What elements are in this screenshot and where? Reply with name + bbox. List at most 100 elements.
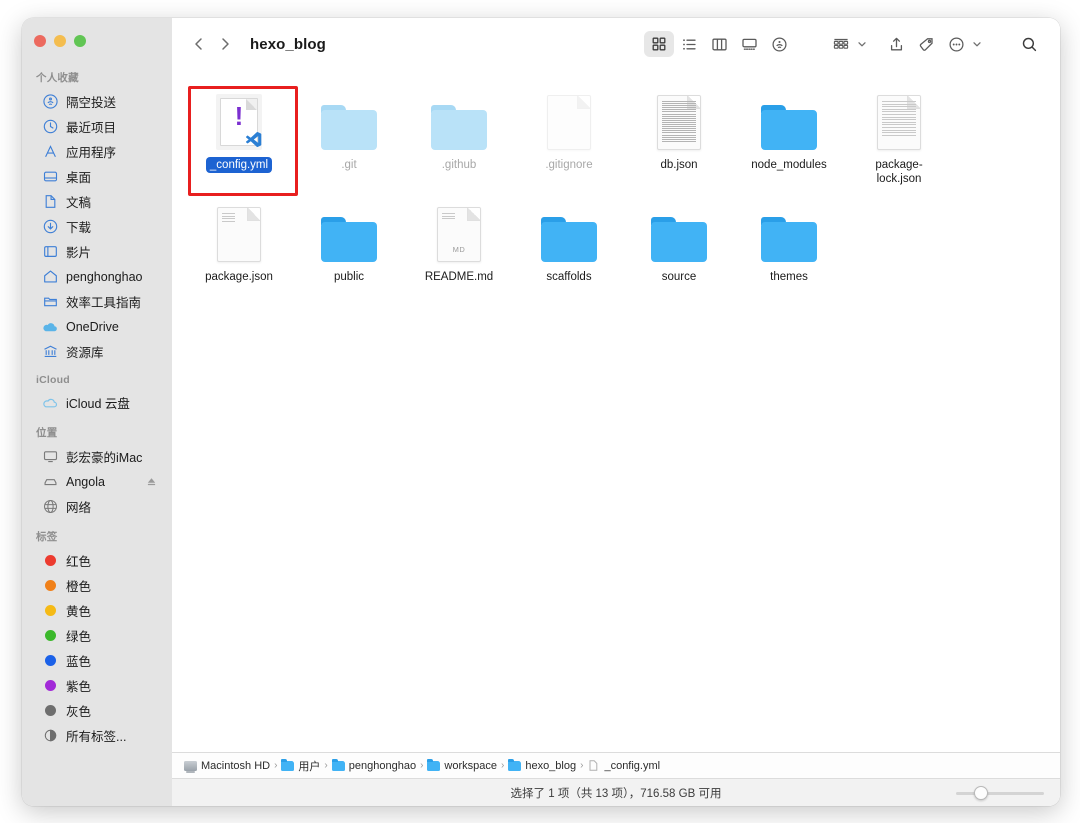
tag-dot-icon bbox=[42, 678, 58, 694]
sidebar-item-label: OneDrive bbox=[66, 319, 119, 334]
sidebar-item-airdrop[interactable]: 隔空投送 bbox=[29, 89, 165, 114]
file-item[interactable]: node_modules bbox=[734, 82, 844, 194]
back-button[interactable] bbox=[186, 31, 212, 57]
tag-dot-icon bbox=[42, 603, 58, 619]
tag-dot-icon bbox=[42, 553, 58, 569]
group-by-icon[interactable] bbox=[826, 31, 856, 57]
sidebar-item-home[interactable]: penghonghao bbox=[29, 264, 165, 289]
breadcrumb-item-config-yml[interactable]: _config.yml bbox=[587, 759, 660, 772]
sidebar-item-label: 橙色 bbox=[66, 580, 92, 594]
breadcrumb-item-users[interactable]: 用户 bbox=[281, 758, 320, 774]
file-item[interactable]: .gitignore bbox=[514, 82, 624, 194]
file-item[interactable]: package-lock.json bbox=[844, 82, 954, 194]
sidebar-item-label: 蓝色 bbox=[66, 655, 92, 669]
breadcrumb-label: 用户 bbox=[298, 760, 321, 773]
status-text: 选择了 1 项（共 13 项），716.58 GB 可用 bbox=[510, 787, 722, 800]
file-item[interactable]: db.json bbox=[624, 82, 734, 194]
chevron-down-icon[interactable] bbox=[972, 39, 982, 49]
file-item[interactable]: .git bbox=[294, 82, 404, 194]
document-icon bbox=[536, 88, 602, 150]
breadcrumb-label: penghonghao bbox=[348, 759, 417, 772]
file-item[interactable]: public bbox=[294, 194, 404, 306]
yaml-file-icon: ! bbox=[206, 88, 272, 150]
sidebar-item-documents[interactable]: 文稿 bbox=[29, 189, 165, 214]
file-item[interactable]: MD README.md bbox=[404, 194, 514, 306]
close-button[interactable] bbox=[34, 35, 46, 47]
external-drive-icon bbox=[42, 474, 58, 490]
chevron-down-icon[interactable] bbox=[857, 39, 867, 49]
sidebar-item-library[interactable]: 资源库 bbox=[29, 339, 165, 364]
movies-icon bbox=[42, 244, 58, 260]
tag-dot-icon bbox=[42, 653, 58, 669]
share-icon[interactable] bbox=[881, 31, 911, 57]
slider-track[interactable] bbox=[956, 791, 1044, 795]
sidebar-item-imac[interactable]: 彭宏豪的iMac bbox=[29, 444, 165, 469]
airdrop-icon[interactable] bbox=[764, 31, 794, 57]
file-name-label: node_modules bbox=[751, 159, 827, 171]
sidebar-item-network[interactable]: 网络 bbox=[29, 494, 165, 519]
slider-knob[interactable] bbox=[974, 785, 988, 800]
sidebar-tag-green[interactable]: 绿色 bbox=[29, 623, 165, 648]
gallery-view-icon[interactable] bbox=[734, 31, 764, 57]
sidebar-item-label: Angola bbox=[66, 474, 105, 489]
tag-dot-icon bbox=[42, 578, 58, 594]
grid-view-icon[interactable] bbox=[644, 31, 674, 57]
sidebar-item-recents[interactable]: 最近项目 bbox=[29, 114, 165, 139]
home-icon bbox=[42, 269, 58, 285]
markdown-document-icon: MD bbox=[426, 200, 492, 262]
sidebar-item-downloads[interactable]: 下载 bbox=[29, 214, 165, 239]
breadcrumb-separator: › bbox=[500, 760, 505, 771]
sidebar-item-label: 绿色 bbox=[66, 630, 92, 644]
sidebar-item-icloud-drive[interactable]: iCloud 云盘 bbox=[29, 390, 165, 415]
breadcrumb-item-penghonghao[interactable]: penghonghao bbox=[331, 758, 417, 772]
sidebar-item-label: 文稿 bbox=[66, 196, 92, 210]
sidebar-tag-orange[interactable]: 橙色 bbox=[29, 573, 165, 598]
sidebar-item-movies[interactable]: 影片 bbox=[29, 239, 165, 264]
sidebar-item-angola[interactable]: Angola bbox=[29, 469, 165, 494]
clock-icon bbox=[42, 119, 58, 135]
file-item[interactable]: themes bbox=[734, 194, 844, 306]
sidebar-tag-purple[interactable]: 紫色 bbox=[29, 673, 165, 698]
network-icon bbox=[42, 499, 58, 515]
breadcrumb-item-hexo-blog[interactable]: hexo_blog bbox=[508, 758, 576, 772]
file-item[interactable]: ! _config.yml bbox=[184, 82, 298, 196]
breadcrumb-item-macintosh-hd[interactable]: Macintosh HD bbox=[184, 759, 270, 773]
sidebar-tag-blue[interactable]: 蓝色 bbox=[29, 648, 165, 673]
downloads-icon bbox=[42, 219, 58, 235]
icon-size-slider[interactable] bbox=[956, 785, 1044, 800]
file-name-label: themes bbox=[770, 271, 808, 283]
breadcrumb-item-workspace[interactable]: workspace bbox=[427, 758, 497, 772]
imac-icon bbox=[42, 449, 58, 465]
library-icon bbox=[42, 344, 58, 360]
breadcrumb-label: workspace bbox=[444, 759, 497, 772]
finder-window: 个人收藏 隔空投送 最近项目 应用程序 桌面 文稿 下载 影片 penghong… bbox=[22, 18, 1060, 806]
sidebar-item-label: 资源库 bbox=[66, 346, 104, 360]
list-view-icon[interactable] bbox=[674, 31, 704, 57]
forward-button[interactable] bbox=[212, 31, 238, 57]
sidebar-item-label: 所有标签... bbox=[66, 730, 127, 744]
search-icon[interactable] bbox=[1014, 31, 1044, 57]
file-grid-area[interactable]: ! _config.yml .git .github .gitignore db… bbox=[172, 70, 1060, 752]
more-actions-icon[interactable] bbox=[941, 31, 971, 57]
zoom-button[interactable] bbox=[74, 35, 86, 47]
sidebar-item-folder-efficiency[interactable]: 效率工具指南 bbox=[29, 289, 165, 314]
sidebar-all-tags[interactable]: 所有标签... bbox=[29, 723, 165, 748]
minimize-button[interactable] bbox=[54, 35, 66, 47]
file-item[interactable]: .github bbox=[404, 82, 514, 194]
sidebar-item-onedrive[interactable]: OneDrive bbox=[29, 314, 165, 339]
sidebar-item-desktop[interactable]: 桌面 bbox=[29, 164, 165, 189]
file-name-label: source bbox=[661, 271, 697, 283]
hard-drive-icon bbox=[184, 759, 197, 773]
file-item[interactable]: scaffolds bbox=[514, 194, 624, 306]
sidebar-item-applications[interactable]: 应用程序 bbox=[29, 139, 165, 164]
breadcrumb-separator: › bbox=[274, 760, 278, 771]
sidebar-tag-red[interactable]: 红色 bbox=[29, 548, 165, 573]
column-view-icon[interactable] bbox=[704, 31, 734, 57]
sidebar-tag-gray[interactable]: 灰色 bbox=[29, 698, 165, 723]
tag-icon[interactable] bbox=[911, 31, 941, 57]
folder-icon bbox=[536, 200, 602, 262]
file-item[interactable]: source bbox=[624, 194, 734, 306]
sidebar-tag-yellow[interactable]: 黄色 bbox=[29, 598, 165, 623]
eject-icon[interactable] bbox=[146, 476, 157, 487]
file-item[interactable]: package.json bbox=[184, 194, 294, 306]
